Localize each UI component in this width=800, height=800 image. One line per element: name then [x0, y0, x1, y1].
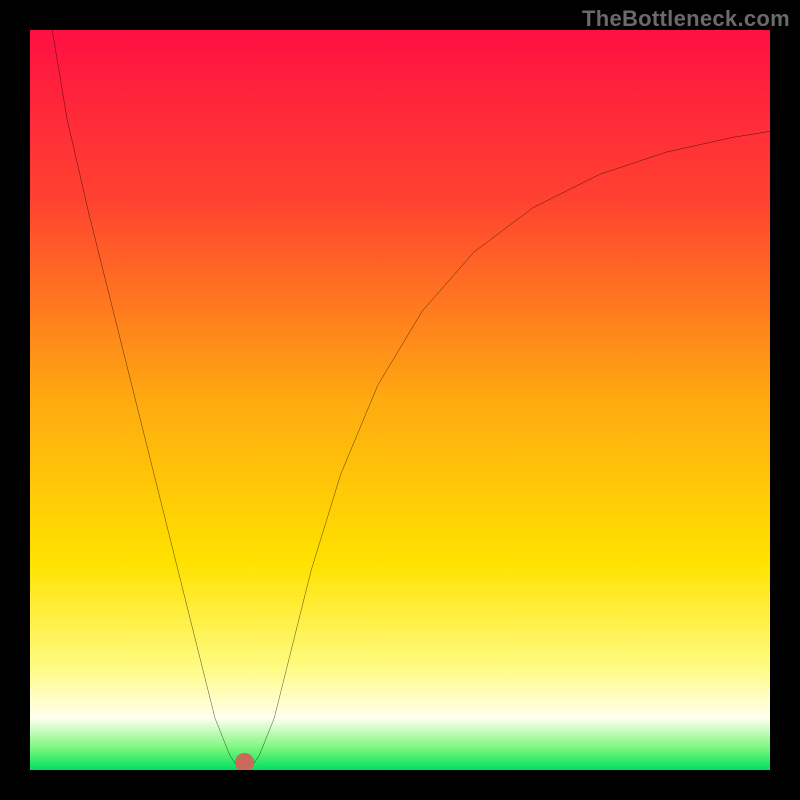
chart-background: [30, 30, 770, 770]
chart-frame: [30, 30, 770, 770]
watermark-text: TheBottleneck.com: [582, 6, 790, 32]
chart-svg: [30, 30, 770, 770]
